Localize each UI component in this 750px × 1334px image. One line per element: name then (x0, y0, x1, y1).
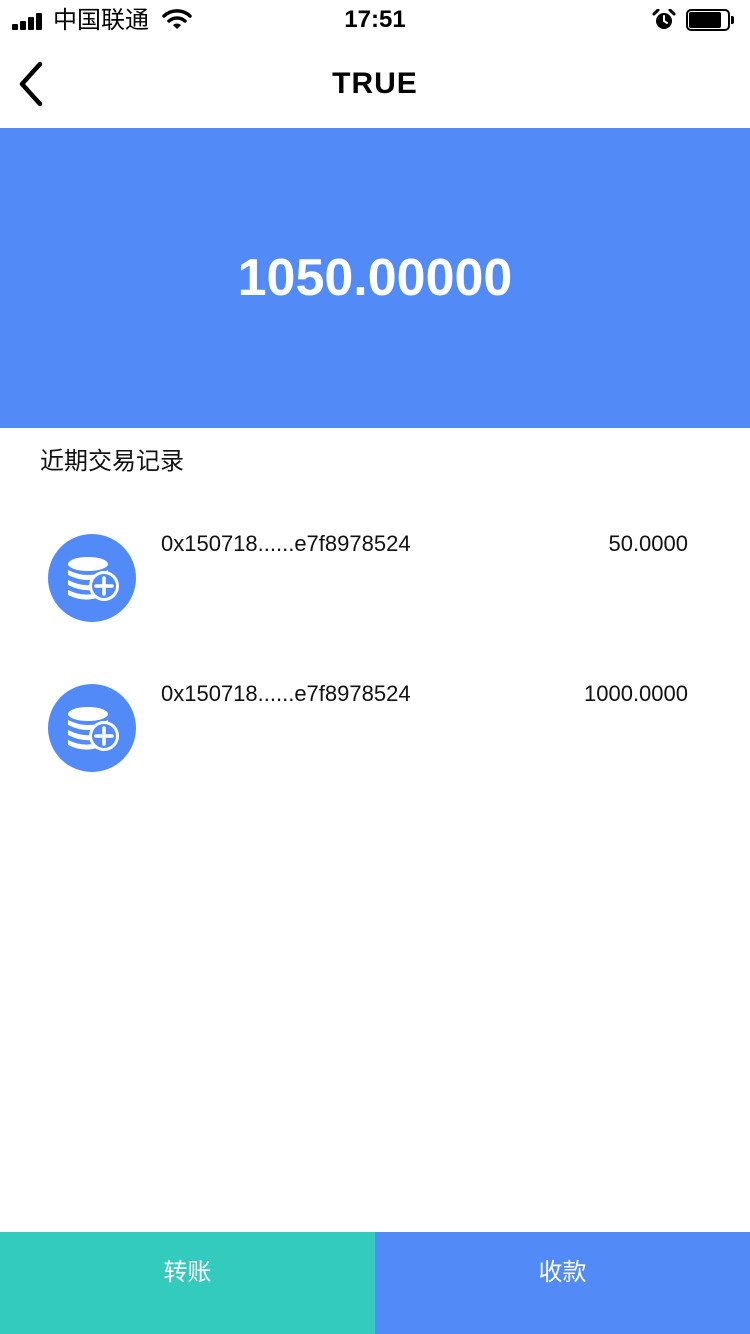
status-time: 17:51 (344, 6, 406, 33)
transaction-row[interactable]: 0x150718......e7f8978524 1000.0000 (0, 650, 750, 800)
transaction-amount: 1000.0000 (584, 681, 688, 706)
alarm-icon (652, 8, 676, 31)
page-title: TRUE (332, 67, 418, 100)
transfer-button[interactable]: 转账 (0, 1232, 375, 1334)
receive-button[interactable]: 收款 (375, 1232, 750, 1334)
transaction-amount: 50.0000 (608, 531, 688, 556)
bottom-action-bar: 转账 收款 (0, 1232, 750, 1334)
wallet-detail-screen: 中国联通 17:51 TRUE 1050.00000 近期交易记录 0x1507… (0, 0, 750, 1334)
navigation-bar: TRUE (0, 40, 750, 128)
transaction-hash: 0x150718......e7f8978524 (161, 681, 411, 706)
balance-banner: 1050.00000 (0, 128, 750, 428)
transaction-hash: 0x150718......e7f8978524 (161, 531, 411, 556)
battery-icon (686, 9, 734, 31)
transaction-row[interactable]: 0x150718......e7f8978524 50.0000 (0, 500, 750, 650)
balance-amount: 1050.00000 (237, 249, 513, 307)
records-title: 近期交易记录 (40, 448, 184, 475)
coins-add-icon (48, 684, 136, 772)
coins-add-icon (48, 534, 136, 622)
status-bar: 中国联通 17:51 (0, 0, 750, 40)
transaction-list: 0x150718......e7f8978524 50.0000 0x15071… (0, 500, 750, 800)
